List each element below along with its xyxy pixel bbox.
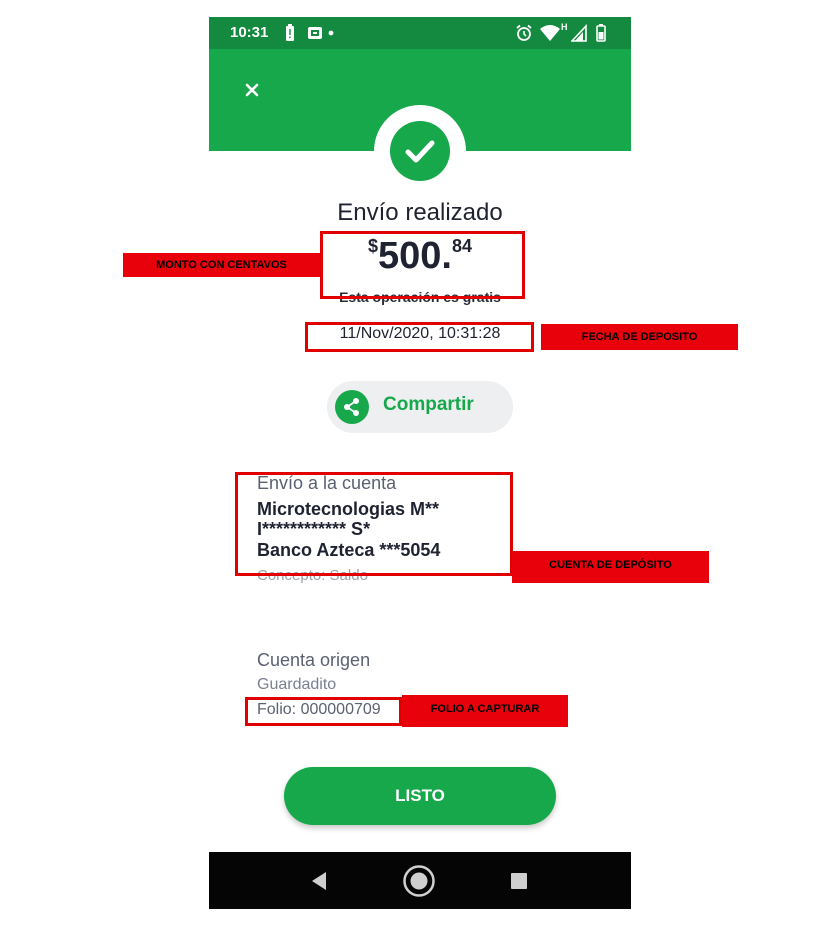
alarm-icon: [516, 24, 532, 41]
system-nav-bar: [209, 852, 631, 909]
amount-annotation-label: MONTO CON CENTAVOS: [123, 253, 320, 277]
origin-account: Guardadito: [257, 676, 337, 693]
close-button[interactable]: [237, 75, 267, 105]
dot-icon: [328, 30, 334, 36]
origin-title: Cuenta origen: [257, 650, 371, 670]
success-badge: [390, 121, 450, 181]
wifi-icon: [540, 25, 560, 41]
amount-highlight-box: [320, 231, 525, 299]
folio-annotation-label: FOLIO A CAPTURAR: [402, 695, 568, 727]
share-icon: [335, 390, 369, 424]
battery-icon: [596, 24, 606, 42]
folio-highlight-box: [245, 697, 402, 726]
back-icon[interactable]: [310, 871, 328, 891]
battery-alert-icon: [286, 24, 294, 41]
date-highlight-box: [305, 322, 534, 352]
date-annotation-label: FECHA DE DEPOSITO: [541, 324, 738, 350]
account-annotation-label: CUENTA DE DEPÓSITO: [512, 551, 709, 583]
phone-screen: 10:31 H Envío realizado $500.84 Esta ope…: [209, 17, 631, 909]
share-button[interactable]: Compartir: [327, 381, 513, 433]
check-icon: [405, 140, 435, 163]
close-icon: [245, 83, 259, 97]
status-bar: 10:31 H: [209, 17, 631, 49]
status-time: 10:31: [230, 24, 269, 41]
recents-icon[interactable]: [510, 872, 528, 890]
share-button-label: Compartir: [383, 394, 474, 415]
page-title: Envío realizado: [337, 199, 503, 226]
notification-icon: [308, 27, 322, 39]
signal-icon: [571, 24, 587, 42]
home-icon[interactable]: [402, 864, 436, 898]
account-highlight-box: [235, 472, 513, 576]
done-button[interactable]: LISTO: [284, 767, 556, 825]
network-type-label: H: [561, 22, 568, 32]
